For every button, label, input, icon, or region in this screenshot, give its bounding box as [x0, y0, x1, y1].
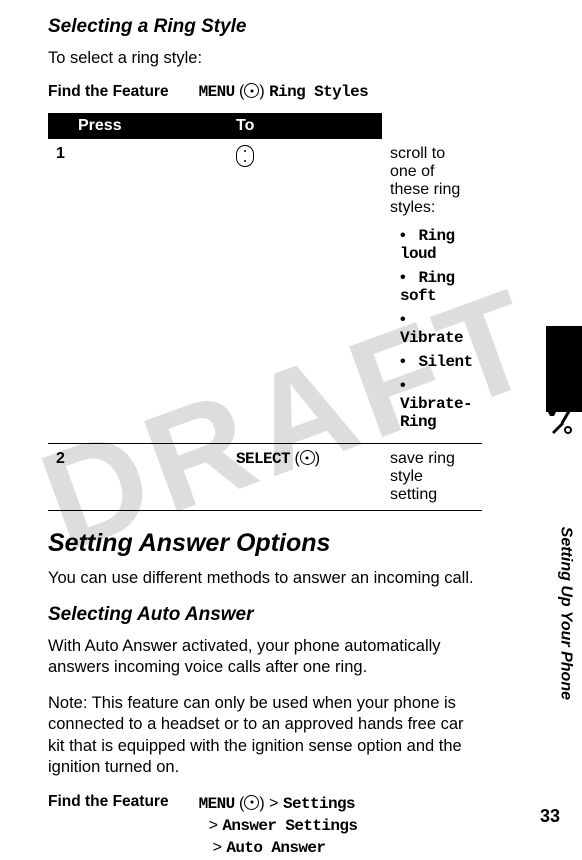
path-part: Answer Settings: [222, 817, 357, 835]
find-feature-row-1: Find the Feature MENU () Ring Styles: [48, 83, 482, 101]
note-label: Note:: [48, 694, 87, 712]
step-to: save ring style setting: [382, 444, 482, 511]
menu-text: MENU: [199, 83, 235, 101]
step-press: [228, 139, 382, 444]
ring-style-list: • Ring loud • Ring soft • Vibrate • Sile…: [400, 227, 474, 431]
list-item: • Vibrate-Ring: [400, 377, 474, 431]
find-feature-value: MENU () Ring Styles: [199, 83, 369, 101]
list-item-label: Silent: [418, 353, 472, 371]
list-item: • Ring loud: [400, 227, 474, 263]
list-item: • Vibrate: [400, 311, 474, 347]
scroll-key-icon: [236, 145, 254, 167]
find-feature-label: Find the Feature: [48, 793, 169, 811]
settings-wrench-icon: [544, 406, 578, 445]
note-text: Note: This feature can only be used when…: [48, 693, 482, 779]
sidebar-section-label: Setting Up Your Phone: [556, 527, 574, 700]
table-row: 2 SELECT () save ring style setting: [48, 444, 482, 511]
select-text: SELECT: [236, 450, 290, 468]
col-header-press: Press: [48, 113, 228, 139]
menu-key-icon: [300, 450, 315, 465]
list-item: • Ring soft: [400, 269, 474, 305]
steps-table: Press To 1 scroll to one of these ring s…: [48, 113, 482, 511]
intro-text: To select a ring style:: [48, 48, 482, 69]
step-to-text: scroll to one of these ring styles:: [390, 145, 460, 216]
section-subheading-ring-style: Selecting a Ring Style: [48, 16, 482, 38]
feature-rest: Ring Styles: [269, 83, 368, 101]
step-number: 1: [48, 139, 228, 444]
list-item-label: Vibrate-Ring: [400, 395, 472, 431]
sidebar-tab: [546, 326, 582, 412]
body-text: With Auto Answer activated, your phone a…: [48, 636, 482, 679]
step-number: 2: [48, 444, 228, 511]
table-row: 1 scroll to one of these ring styles: • …: [48, 139, 482, 444]
step-press: SELECT (): [228, 444, 382, 511]
find-feature-row-2: Find the Feature MENU () > Settings > An…: [48, 793, 482, 860]
list-item: • Silent: [400, 353, 474, 371]
section-heading-answer-options: Setting Answer Options: [48, 529, 482, 558]
menu-text: MENU: [199, 795, 235, 813]
path-part: Settings: [283, 795, 355, 813]
note-body: This feature can only be used when your …: [48, 694, 464, 776]
body-text: You can use different methods to answer …: [48, 568, 482, 589]
find-feature-path: MENU () > Settings > Answer Settings > A…: [199, 793, 358, 860]
list-item-label: Vibrate: [400, 329, 463, 347]
section-subheading-auto-answer: Selecting Auto Answer: [48, 604, 482, 626]
step-to: scroll to one of these ring styles: • Ri…: [382, 139, 482, 444]
menu-key-icon: [244, 83, 259, 98]
page-number: 33: [540, 806, 560, 827]
path-part: Auto Answer: [226, 839, 325, 857]
col-header-to: To: [228, 113, 382, 139]
menu-key-icon: [244, 795, 259, 810]
find-feature-label: Find the Feature: [48, 83, 169, 101]
